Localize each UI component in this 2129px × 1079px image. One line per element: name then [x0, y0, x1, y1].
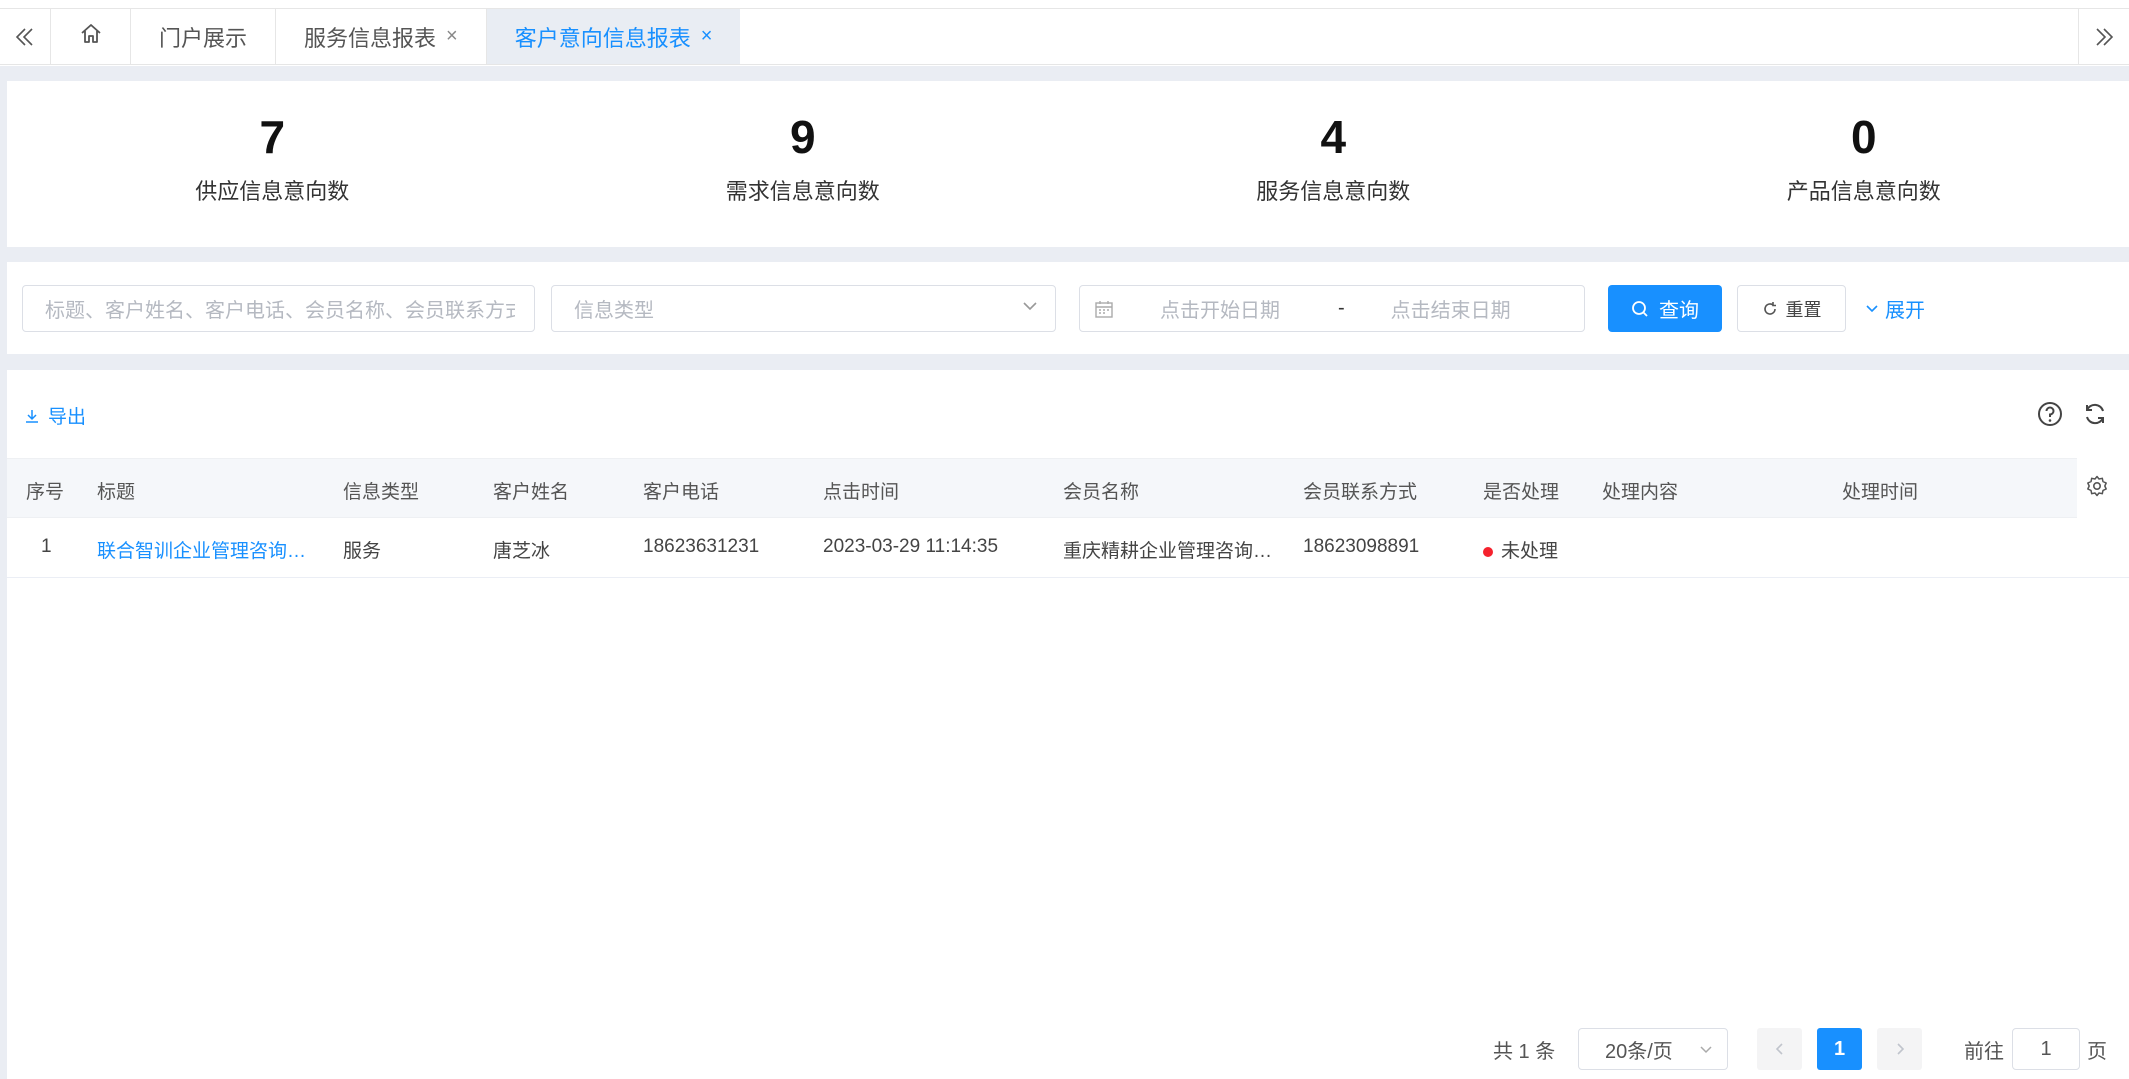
cell-click-time: 2023-03-29 11:14:35 — [823, 536, 999, 557]
search-input[interactable]: 标题、客户姓名、客户电话、会员名称、会员联系方式 — [22, 285, 535, 332]
tabs-scroll-left-icon[interactable] — [0, 9, 51, 64]
tab-home[interactable] — [51, 9, 131, 64]
cell-member-name: 重庆精耕企业管理咨询… — [1063, 541, 1273, 562]
page-size-value: 20条/页 — [1605, 1040, 1673, 1063]
column-header-processed: 是否处理 — [1483, 482, 1560, 503]
separator-band — [0, 81, 7, 1079]
info-type-placeholder: 信息类型 — [574, 300, 654, 322]
goto-prefix: 前往 — [1964, 1040, 2004, 1063]
reset-button[interactable]: 重置 — [1737, 285, 1846, 332]
column-header-index: 序号 — [26, 482, 65, 503]
date-separator: - — [1338, 297, 1345, 319]
status-dot — [1483, 546, 1493, 557]
column-header-customer-name: 客户姓名 — [493, 482, 570, 503]
status-text: 未处理 — [1501, 541, 1559, 562]
column-header-click-time: 点击时间 — [823, 482, 900, 503]
refresh-icon — [1762, 301, 1778, 317]
gear-icon[interactable] — [2085, 474, 2111, 500]
cell-index: 1 — [41, 536, 52, 557]
table-row[interactable]: 1 联合智训企业管理咨询… 服务 唐芝冰 18623631231 2023-03… — [7, 518, 2129, 578]
separator-band — [0, 354, 2129, 370]
stat-value: 9 — [789, 111, 816, 163]
stat-product-intent: 0 产品信息意向数 — [1599, 81, 2129, 247]
table-card: 导出 序号 标题 信息类型 客户姓名 客户电话 点击时间 会员名称 会员联系方式… — [7, 370, 2129, 1079]
pagination-total: 共 1 条 — [1493, 1040, 1556, 1063]
column-header-process-time: 处理时间 — [1842, 482, 1919, 503]
search-placeholder: 标题、客户姓名、客户电话、会员名称、会员联系方式 — [45, 300, 515, 322]
tab-portal[interactable]: 门户展示 — [131, 9, 277, 64]
next-page-button[interactable] — [1877, 1028, 1922, 1070]
tab-label: 门户展示 — [159, 25, 248, 51]
column-header-member-contact: 会员联系方式 — [1303, 482, 1418, 503]
stat-service-intent: 4 服务信息意向数 — [1068, 81, 1599, 247]
tabs-scroll-right-icon[interactable] — [2078, 9, 2129, 64]
stat-value: 4 — [1320, 111, 1347, 163]
column-header-title: 标题 — [97, 482, 136, 503]
cell-customer-name: 唐芝冰 — [493, 541, 551, 562]
cell-info-type: 服务 — [343, 541, 382, 562]
cell-customer-phone: 18623631231 — [643, 536, 760, 557]
stat-label: 需求信息意向数 — [725, 179, 880, 204]
stat-label: 供应信息意向数 — [195, 179, 350, 204]
tabs-bar: 门户展示 服务信息报表 × 客户意向信息报表 × — [0, 8, 2129, 65]
chevron-right-icon — [1893, 1042, 1907, 1056]
cell-status: 未处理 — [1483, 536, 1558, 563]
column-header-info-type: 信息类型 — [343, 482, 420, 503]
stat-supply-intent: 7 供应信息意向数 — [7, 81, 538, 247]
separator-band — [0, 247, 2129, 262]
cell-title-link[interactable]: 联合智训企业管理咨询… — [97, 536, 306, 563]
chevron-down-icon — [1021, 297, 1039, 321]
filter-panel: 标题、客户姓名、客户电话、会员名称、会员联系方式 信息类型 点击开始日期 - 点… — [7, 262, 2129, 354]
export-button[interactable]: 导出 — [24, 402, 86, 429]
chevron-down-icon — [1699, 1042, 1713, 1056]
chevron-left-icon — [1773, 1042, 1787, 1056]
stat-label: 服务信息意向数 — [1256, 179, 1411, 204]
stat-demand-intent: 9 需求信息意向数 — [538, 81, 1069, 247]
close-icon[interactable]: × — [701, 25, 713, 48]
date-start-input[interactable]: 点击开始日期 — [1160, 294, 1280, 323]
refresh-icon[interactable] — [2081, 400, 2109, 428]
table-header: 序号 标题 信息类型 客户姓名 客户电话 点击时间 会员名称 会员联系方式 是否… — [7, 458, 2077, 518]
date-range-picker[interactable]: 点击开始日期 - 点击结束日期 — [1079, 285, 1585, 332]
reset-label: 重置 — [1785, 299, 1822, 320]
prev-page-button[interactable] — [1757, 1028, 1802, 1070]
column-header-member-name: 会员名称 — [1063, 482, 1140, 503]
column-header-customer-phone: 客户电话 — [643, 482, 720, 503]
goto-page-input[interactable]: 1 — [2012, 1028, 2080, 1070]
help-icon[interactable] — [2036, 400, 2064, 428]
stats-panel: 7 供应信息意向数 9 需求信息意向数 4 服务信息意向数 0 产品信息意向数 — [7, 81, 2129, 247]
app-root: 门户展示 服务信息报表 × 客户意向信息报表 × 7 供应信息意向数 9 需求信… — [0, 0, 2129, 1079]
stat-label: 产品信息意向数 — [1786, 179, 1941, 204]
chevron-down-icon — [1865, 302, 1879, 316]
column-header-process-content: 处理内容 — [1602, 482, 1679, 503]
stat-value: 0 — [1850, 111, 1877, 163]
query-label: 查询 — [1659, 300, 1699, 322]
home-icon — [79, 22, 103, 52]
tab-service-report[interactable]: 服务信息报表 × — [276, 9, 487, 64]
calendar-icon — [1094, 299, 1114, 319]
tab-label: 服务信息报表 — [304, 25, 437, 51]
download-icon — [24, 408, 40, 424]
expand-button[interactable]: 展开 — [1860, 285, 1930, 332]
goto-suffix: 页 — [2087, 1040, 2107, 1063]
stat-value: 7 — [259, 111, 286, 163]
separator-band — [0, 66, 2129, 81]
info-type-select[interactable]: 信息类型 — [551, 285, 1056, 332]
export-label: 导出 — [48, 407, 87, 428]
tab-customer-intent-report[interactable]: 客户意向信息报表 × — [486, 9, 741, 64]
query-button[interactable]: 查询 — [1608, 285, 1722, 332]
search-icon — [1631, 300, 1649, 318]
page-size-select[interactable]: 20条/页 — [1578, 1028, 1728, 1070]
date-end-input[interactable]: 点击结束日期 — [1391, 294, 1511, 323]
close-icon[interactable]: × — [446, 25, 458, 48]
expand-label: 展开 — [1885, 300, 1925, 322]
tab-label: 客户意向信息报表 — [514, 25, 691, 51]
cell-member-contact: 18623098891 — [1303, 536, 1420, 557]
page-number-button[interactable]: 1 — [1817, 1028, 1862, 1070]
